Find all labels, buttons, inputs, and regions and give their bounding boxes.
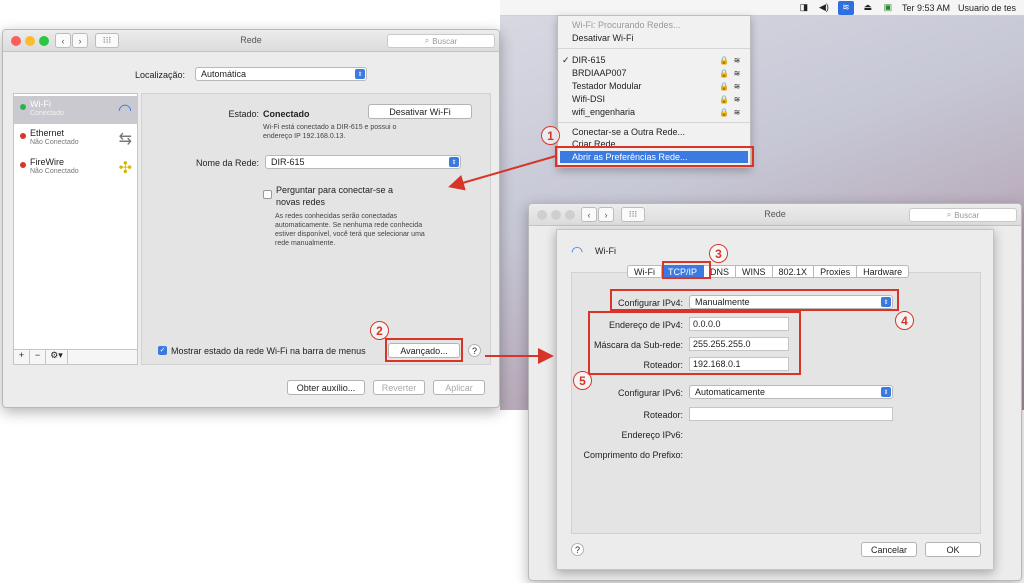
annotation-box-addresses <box>588 311 801 375</box>
annotation-box-ipv4 <box>610 289 899 311</box>
annotation-box-prefs <box>555 146 754 167</box>
annotation-number: 3 <box>709 244 728 263</box>
annotation-box-advanced <box>385 338 463 362</box>
annotation-number: 2 <box>370 321 389 340</box>
annotation-number: 5 <box>573 371 592 390</box>
arrow-to-main-window <box>448 155 557 191</box>
annotation-box-tcpip <box>662 261 711 279</box>
annotation-number: 4 <box>895 311 914 330</box>
annotation-number: 1 <box>541 126 560 145</box>
